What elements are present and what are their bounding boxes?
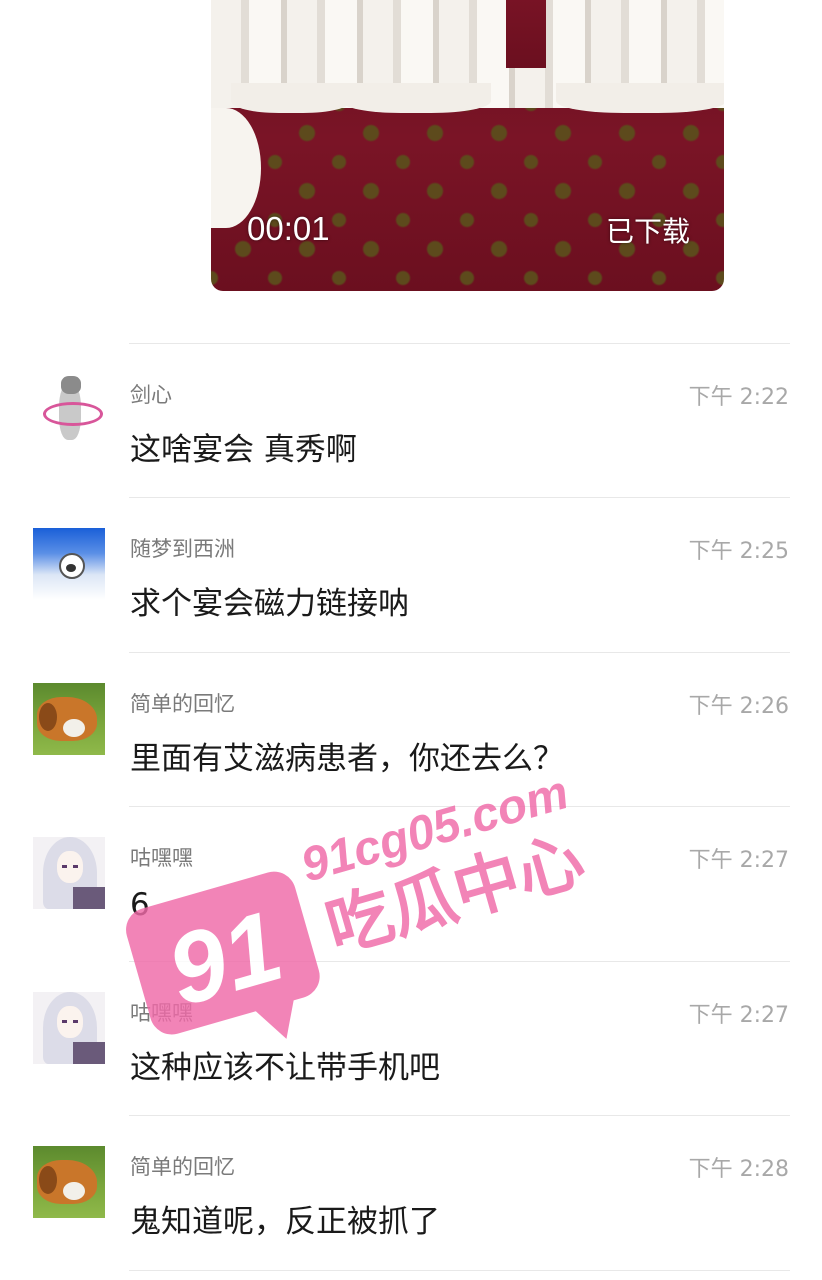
avatar-dog-ear [39,703,57,731]
comment-time: 下午 2:28 [688,1157,789,1182]
video-duration: 00:01 [247,210,330,247]
tablecloth-fold [556,83,724,113]
tablecloth-gap [506,0,546,68]
avatar-eye [62,865,67,868]
comment-author[interactable]: 咕嘿嘿 [130,842,193,872]
avatar[interactable] [33,374,105,446]
comment-time: 下午 2:22 [688,385,789,410]
comment-item: 剑心 下午 2:22 这啥宴会 真秀啊 [0,344,822,499]
avatar-clothing [73,1042,105,1064]
comment-author[interactable]: 简单的回忆 [130,1151,235,1181]
avatar-dog-ear [39,1166,57,1194]
comment-author[interactable]: 咕嘿嘿 [130,997,193,1027]
comment-item: 简单的回忆 下午 2:26 里面有艾滋病患者，你还去么？ [0,653,822,808]
avatar[interactable] [33,528,105,600]
tablecloth-fold [231,83,351,113]
comment-time: 下午 2:25 [688,539,789,564]
comment-item: 简单的回忆 下午 2:28 鬼知道呢，反正被抓了 [0,1116,822,1271]
avatar-eye [62,1020,67,1023]
avatar-head [61,376,81,394]
avatar-puppy [63,1182,85,1200]
comment-item: 咕嘿嘿 下午 2:27 6 [0,807,822,962]
comment-time: 下午 2:27 [688,848,789,873]
comment-author[interactable]: 剑心 [130,379,172,409]
avatar-face [57,1006,83,1038]
avatar-clothing [73,887,105,909]
video-thumbnail[interactable]: 00:01 已下载 [211,0,724,291]
comment-item: 咕嘿嘿 下午 2:27 这种应该不让带手机吧 [0,962,822,1117]
divider [129,1270,790,1271]
avatar[interactable] [33,683,105,755]
avatar-hoop [43,402,103,426]
comment-text: 求个宴会磁力链接呐 [130,586,409,622]
avatar-eye [73,1020,78,1023]
avatar-face [57,851,83,883]
comment-text: 鬼知道呢，反正被抓了 [130,1204,440,1240]
avatar[interactable] [33,992,105,1064]
comment-author[interactable]: 随梦到西洲 [130,533,235,563]
comment-author[interactable]: 简单的回忆 [130,688,235,718]
comment-time: 下午 2:26 [688,694,789,719]
comment-text: 这种应该不让带手机吧 [130,1050,440,1086]
comment-text: 里面有艾滋病患者，你还去么？ [130,741,564,777]
avatar[interactable] [33,1146,105,1218]
video-download-status: 已下载 [605,215,690,248]
avatar-eye [73,865,78,868]
avatar-mouth [66,564,76,572]
comment-time: 下午 2:27 [688,1003,789,1028]
comment-text: 6 [130,887,150,923]
comment-item: 随梦到西洲 下午 2:25 求个宴会磁力链接呐 [0,498,822,653]
tablecloth-fold [341,83,491,113]
comment-text: 这啥宴会 真秀啊 [130,432,357,468]
avatar-puppy [63,719,85,737]
avatar[interactable] [33,837,105,909]
